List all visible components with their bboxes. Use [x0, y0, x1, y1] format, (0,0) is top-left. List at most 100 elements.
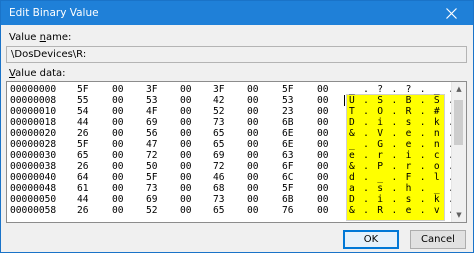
hex-byte[interactable]: 5F — [282, 183, 294, 194]
hex-byte[interactable]: 26 — [77, 161, 89, 172]
hex-byte[interactable]: 63 — [282, 150, 294, 161]
hex-byte[interactable]: 4F — [146, 106, 158, 117]
hex-byte[interactable]: 00 — [180, 84, 192, 95]
hex-byte[interactable]: 72 — [146, 150, 158, 161]
hex-byte[interactable]: 00 — [112, 95, 124, 106]
hex-byte[interactable]: 00 — [247, 161, 259, 172]
hex-byte[interactable]: 00 — [180, 106, 192, 117]
hex-byte[interactable]: 52 — [146, 205, 158, 216]
hex-byte[interactable]: 00 — [180, 139, 192, 150]
hex-row-ascii[interactable]: D . i . s . k . — [349, 117, 455, 128]
scroll-up-arrow-icon[interactable]: ▲ — [452, 82, 466, 96]
hex-byte[interactable]: 00 — [180, 194, 192, 205]
hex-byte[interactable]: 44 — [77, 117, 89, 128]
hex-byte[interactable]: 26 — [77, 205, 89, 216]
hex-byte[interactable]: 00 — [112, 150, 124, 161]
hex-byte[interactable]: 00 — [247, 84, 259, 95]
hex-byte[interactable]: 00 — [180, 150, 192, 161]
hex-byte[interactable]: 00 — [317, 106, 329, 117]
hex-byte[interactable]: 00 — [112, 84, 124, 95]
hex-byte[interactable]: 6B — [282, 117, 294, 128]
hex-row-ascii[interactable]: & . R . e . v . — [349, 205, 455, 216]
hex-row-ascii[interactable]: d . _ . F . l . — [349, 172, 455, 183]
hex-byte[interactable]: 44 — [77, 194, 89, 205]
ok-button[interactable]: OK — [343, 230, 399, 249]
close-button[interactable] — [429, 1, 473, 25]
hex-byte[interactable]: 6E — [282, 139, 294, 150]
hex-byte[interactable]: 00 — [317, 139, 329, 150]
hex-byte[interactable]: 5F — [77, 84, 89, 95]
hex-byte[interactable]: 00 — [247, 117, 259, 128]
hex-byte[interactable]: 00 — [247, 106, 259, 117]
hex-byte[interactable]: 00 — [317, 117, 329, 128]
hex-byte[interactable]: 61 — [77, 183, 89, 194]
hex-row-ascii[interactable]: T . O . R . # . — [349, 106, 455, 117]
hex-row-ascii[interactable]: _ . ? . ? . _ . — [349, 84, 455, 95]
hex-byte[interactable]: 6F — [282, 161, 294, 172]
hex-byte[interactable]: 00 — [247, 128, 259, 139]
hex-byte[interactable]: 5F — [282, 84, 294, 95]
hex-byte[interactable]: 55 — [77, 95, 89, 106]
hex-byte[interactable]: 5F — [146, 172, 158, 183]
hex-byte[interactable]: 73 — [213, 117, 225, 128]
hex-byte[interactable]: 53 — [146, 95, 158, 106]
hex-byte[interactable]: 00 — [317, 95, 329, 106]
hex-byte[interactable]: 69 — [213, 150, 225, 161]
hex-byte[interactable]: 00 — [180, 161, 192, 172]
hex-row-ascii[interactable]: & . P . r . o . — [349, 161, 455, 172]
hex-byte[interactable]: 72 — [213, 161, 225, 172]
value-name-field[interactable]: \DosDevices\R: — [6, 46, 467, 63]
hex-row-ascii[interactable]: & . V . e . n . — [349, 128, 455, 139]
hex-byte[interactable]: 00 — [247, 139, 259, 150]
hex-byte[interactable]: 69 — [146, 194, 158, 205]
hex-byte[interactable]: 64 — [77, 172, 89, 183]
hex-byte[interactable]: 65 — [213, 139, 225, 150]
hex-byte[interactable]: 6C — [282, 172, 294, 183]
cancel-button[interactable]: Cancel — [410, 230, 466, 249]
hex-byte[interactable]: 00 — [180, 205, 192, 216]
hex-byte[interactable]: 73 — [146, 183, 158, 194]
hex-byte[interactable]: 00 — [112, 117, 124, 128]
hex-row-ascii[interactable]: U . S . B . S . — [349, 95, 455, 106]
scrollbar-thumb[interactable] — [454, 100, 463, 145]
hex-view[interactable]: 00000000 5F 00 3F 00 3F 00 5F 00 _ . ? . ? . _ .0… — [7, 82, 455, 222]
hex-row-ascii[interactable]: D . i . s . k . — [349, 194, 455, 205]
hex-byte[interactable]: 53 — [282, 95, 294, 106]
hex-byte[interactable]: 00 — [112, 106, 124, 117]
hex-byte[interactable]: 00 — [317, 84, 329, 95]
hex-byte[interactable]: 6B — [282, 194, 294, 205]
hex-byte[interactable]: 6E — [282, 128, 294, 139]
hex-byte[interactable]: 65 — [77, 150, 89, 161]
hex-byte[interactable]: 65 — [213, 128, 225, 139]
hex-byte[interactable]: 00 — [247, 150, 259, 161]
hex-row-ascii[interactable]: a . s . h . _ . — [349, 183, 455, 194]
title-bar[interactable]: Edit Binary Value — [1, 1, 473, 25]
vertical-scrollbar[interactable]: ▲ ▼ — [451, 82, 466, 222]
hex-byte[interactable]: 3F — [146, 84, 158, 95]
hex-byte[interactable]: 00 — [112, 128, 124, 139]
hex-byte[interactable]: 47 — [146, 139, 158, 150]
hex-byte[interactable]: 52 — [213, 106, 225, 117]
hex-byte[interactable]: 00 — [112, 205, 124, 216]
hex-byte[interactable]: 54 — [77, 106, 89, 117]
hex-byte[interactable]: 73 — [213, 194, 225, 205]
hex-byte[interactable]: 00 — [180, 183, 192, 194]
hex-byte[interactable]: 00 — [247, 172, 259, 183]
value-data-editor[interactable]: 00000000 5F 00 3F 00 3F 00 5F 00 _ . ? . ? . _ .0… — [6, 81, 467, 223]
hex-byte[interactable]: 00 — [180, 117, 192, 128]
hex-byte[interactable]: 42 — [213, 95, 225, 106]
hex-byte[interactable]: 68 — [213, 183, 225, 194]
hex-byte[interactable]: 00 — [180, 128, 192, 139]
hex-row-ascii[interactable]: _ . G . e . n . — [349, 139, 455, 150]
hex-byte[interactable]: 00 — [317, 128, 329, 139]
hex-byte[interactable]: 23 — [282, 106, 294, 117]
hex-byte[interactable]: 00 — [247, 183, 259, 194]
hex-byte[interactable]: 00 — [317, 183, 329, 194]
hex-byte[interactable]: 00 — [112, 139, 124, 150]
hex-byte[interactable]: 00 — [317, 161, 329, 172]
hex-byte[interactable]: 00 — [180, 95, 192, 106]
hex-byte[interactable]: 00 — [317, 172, 329, 183]
hex-byte[interactable]: 65 — [213, 205, 225, 216]
scroll-down-arrow-icon[interactable]: ▼ — [452, 208, 466, 222]
hex-byte[interactable]: 00 — [180, 172, 192, 183]
